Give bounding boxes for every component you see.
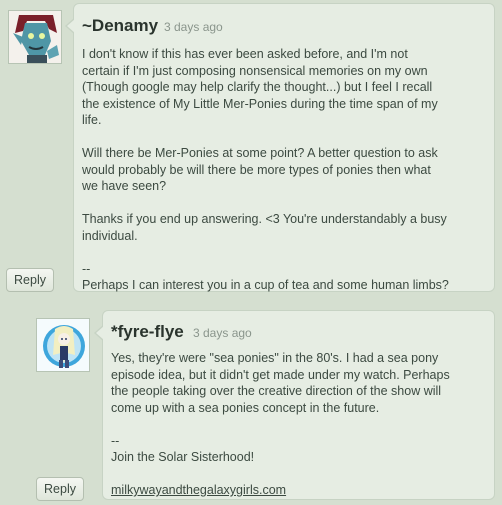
comment-author[interactable]: *fyre-flye	[111, 322, 184, 342]
troll-avatar-icon	[9, 11, 61, 63]
comment-line: --	[111, 433, 120, 448]
comment-line: I don't know if this has ever been asked…	[82, 47, 408, 61]
avatar[interactable]	[36, 318, 90, 372]
avatar[interactable]	[8, 10, 62, 64]
comment-line: certain if I'm just composing nonsensica…	[82, 63, 428, 78]
comment-line: Thanks if you end up answering. <3 You'r…	[82, 212, 447, 226]
comment-bubble: ~Denamy 3 days ago I don't know if this …	[65, 3, 495, 294]
comment-line: Perhaps I can interest you in a cup of t…	[82, 278, 449, 292]
comment-line: Yes, they're were "sea ponies" in the 80…	[111, 351, 439, 365]
comment-line: would probably be will there be more typ…	[82, 162, 431, 177]
comment-body: I don't know if this has ever been asked…	[82, 46, 449, 294]
comment-line: life.	[82, 113, 102, 127]
comment-line: Join the Solar Sisterhood!	[111, 450, 255, 464]
comment-line: Will there be Mer-Ponies at some point? …	[82, 146, 438, 160]
comment-line: individual.	[82, 228, 138, 243]
comment-author[interactable]: ~Denamy	[82, 16, 158, 36]
reply-button[interactable]: Reply	[36, 477, 84, 501]
comment-line: (Though google may help clarify the thou…	[82, 80, 433, 94]
comment-bubble: *fyre-flye 3 days ago Yes, they're were …	[94, 310, 495, 500]
comment-timestamp: 3 days ago	[164, 20, 223, 34]
comment-body: Yes, they're were "sea ponies" in the 80…	[111, 350, 450, 499]
comment-denamy: ~Denamy 3 days ago I don't know if this …	[0, 0, 502, 300]
reply-button[interactable]: Reply	[6, 268, 54, 292]
comment-line: the existence of My Little Mer-Ponies du…	[82, 96, 438, 111]
comment-line: come up with a sea ponies concept in the…	[111, 400, 380, 415]
comment-fyre-flye: *fyre-flye 3 days ago Yes, they're were …	[0, 300, 502, 505]
pony-avatar-icon	[37, 319, 89, 371]
comment-line: the people taking over the creative dire…	[111, 384, 442, 398]
comment-line: episode idea, but it didn't get made und…	[111, 367, 450, 382]
comment-line: we have seen?	[82, 179, 167, 193]
comment-timestamp: 3 days ago	[193, 326, 252, 340]
comment-line: --	[82, 261, 91, 276]
signature-link[interactable]: milkywayandthegalaxygirls.com	[111, 482, 450, 499]
